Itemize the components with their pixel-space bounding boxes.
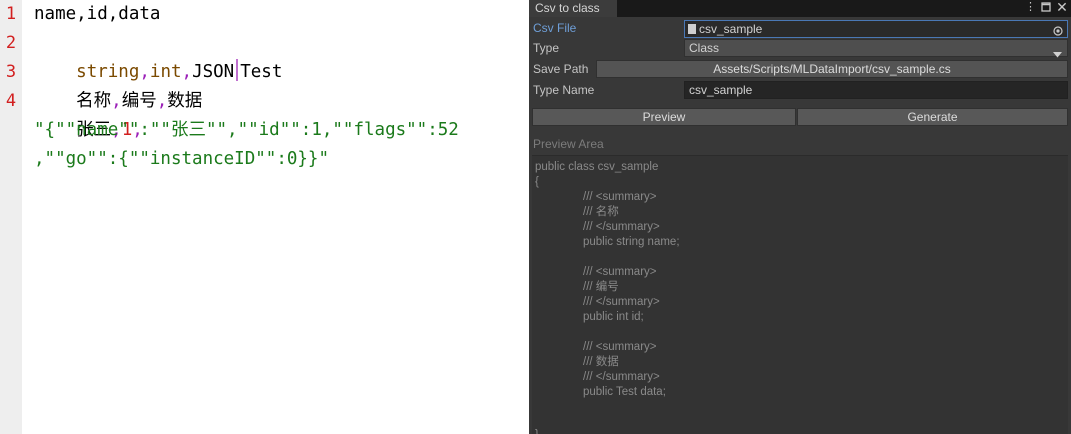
- save-path-label: Save Path: [533, 62, 589, 76]
- type-dropdown-value: Class: [689, 41, 720, 55]
- preview-line: }: [535, 428, 539, 434]
- window-tab-bar: Csv to class ⋮ ✕: [529, 0, 1071, 17]
- kebab-menu-icon[interactable]: ⋮: [1025, 0, 1036, 14]
- preview-line: public class csv_sample: [535, 161, 659, 173]
- preview-line: public string name;: [583, 236, 680, 248]
- code-token: Test: [240, 62, 283, 82]
- line-number: 3: [5, 62, 17, 82]
- preview-line: /// </summary>: [583, 296, 660, 308]
- csv-text-editor[interactable]: 1 2 3 4 name,id,data string,int,JSON Test…: [0, 0, 529, 434]
- csv-file-object-field[interactable]: csv_sample: [684, 20, 1068, 38]
- code-token: 数据: [167, 91, 203, 111]
- preview-line: /// </summary>: [583, 221, 660, 233]
- preview-line: public int id;: [583, 311, 644, 323]
- maximize-icon[interactable]: [1040, 0, 1052, 14]
- line-number: 4: [5, 91, 17, 111]
- preview-line: public Test data;: [583, 386, 666, 398]
- type-label: Type: [533, 41, 560, 55]
- preview-line: /// 数据: [583, 356, 619, 368]
- code-line-4[interactable]: 张三,1,: [34, 87, 143, 140]
- preview-line: /// 名称: [583, 206, 619, 218]
- preview-line: /// <summary>: [583, 191, 657, 203]
- preview-text-area[interactable]: public class csv_sample { /// <summary> …: [532, 155, 1068, 434]
- code-line-2[interactable]: string,int,JSON Test: [34, 29, 282, 82]
- close-icon[interactable]: ✕: [1056, 0, 1068, 14]
- csv-to-class-window: Csv to class ⋮ ✕ Csv File csv_sample Typ…: [529, 0, 1071, 434]
- column-separator-mark: [236, 59, 239, 81]
- code-line-1[interactable]: name,id,data: [34, 0, 160, 29]
- code-line-4-wrap-2[interactable]: ,""go"":{""instanceID"":0}}": [34, 145, 329, 174]
- csv-file-label: Csv File: [533, 21, 577, 35]
- csv-file-value: csv_sample: [699, 22, 763, 36]
- line-number: 2: [5, 33, 17, 53]
- preview-area-label: Preview Area: [533, 137, 604, 151]
- generate-button[interactable]: Generate: [797, 108, 1068, 126]
- tab-csv-to-class[interactable]: Csv to class: [529, 0, 617, 17]
- type-name-input[interactable]: csv_sample: [684, 81, 1068, 99]
- preview-line: /// <summary>: [583, 341, 657, 353]
- code-comma: ,: [156, 91, 168, 111]
- preview-line: /// 编号: [583, 281, 619, 293]
- object-picker-icon[interactable]: [1053, 24, 1063, 36]
- code-line-3[interactable]: 名称,编号,数据: [34, 58, 202, 111]
- preview-line: {: [535, 176, 539, 188]
- code-line-4-wrap-1[interactable]: "{""name"":""张三"",""id"":1,""flags"":52: [34, 116, 459, 145]
- line-number: 1: [5, 4, 17, 24]
- save-path-button[interactable]: Assets/Scripts/MLDataImport/csv_sample.c…: [596, 60, 1068, 78]
- type-name-label: Type Name: [533, 83, 595, 97]
- preview-button[interactable]: Preview: [532, 108, 796, 126]
- preview-line: /// </summary>: [583, 371, 660, 383]
- preview-line: /// <summary>: [583, 266, 657, 278]
- text-asset-icon: [688, 24, 696, 34]
- type-dropdown[interactable]: Class: [684, 39, 1068, 58]
- line-number-gutter: 1 2 3 4: [0, 0, 22, 434]
